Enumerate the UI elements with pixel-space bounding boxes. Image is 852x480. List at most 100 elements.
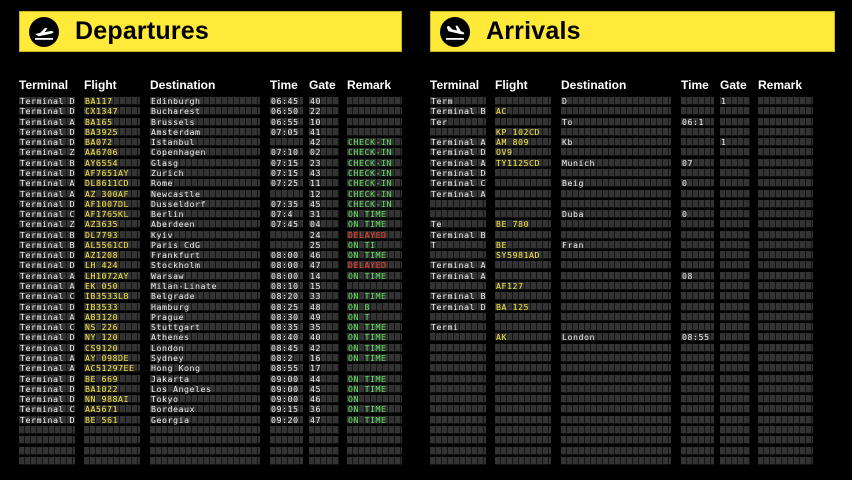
board-cell [495, 323, 551, 332]
board-cell [758, 240, 813, 249]
arrivals-time-text: 0 [682, 178, 688, 189]
board-cell [495, 425, 551, 434]
board-cell [720, 251, 750, 260]
board-cell [430, 436, 486, 445]
board-cell [495, 446, 551, 455]
board-cell [561, 261, 671, 270]
board-cell [430, 312, 486, 321]
board-cell [561, 117, 671, 126]
board-cell [720, 425, 750, 434]
board-cell [495, 179, 551, 188]
board-cell [495, 230, 551, 239]
board-cell [561, 425, 671, 434]
board-cell [720, 343, 750, 352]
board-cell [561, 127, 671, 136]
board-cell [720, 199, 750, 208]
board-cell [430, 395, 486, 404]
board-cell [720, 333, 750, 342]
board-cell [430, 405, 486, 414]
board-cell [758, 97, 813, 105]
board-cell [495, 199, 551, 208]
board-cell [720, 230, 750, 239]
board-cell [681, 97, 714, 105]
board-cell [561, 107, 671, 116]
arrivals-flight-text: AF127 [496, 281, 524, 292]
board-cell [681, 415, 714, 424]
board-cell [495, 364, 551, 373]
board-cell [758, 456, 813, 465]
board-cell [720, 282, 750, 291]
arrivals-terminal-text: Terminal B [431, 291, 486, 302]
board-cell [681, 456, 714, 465]
board-cell [430, 354, 486, 362]
board-cell [758, 148, 813, 157]
board-cell [720, 189, 750, 198]
board-cell [495, 395, 551, 404]
arrivals-dest-text: Munich [562, 157, 595, 168]
board-cell [681, 138, 714, 147]
board-cell [430, 456, 486, 465]
board-cell [758, 127, 813, 136]
board-cell [561, 148, 671, 157]
board-cell [495, 436, 551, 445]
board-cell [561, 138, 671, 147]
board-cell [561, 312, 671, 321]
board-cell [561, 251, 671, 260]
board-cell [720, 354, 750, 362]
arrivals-time-text: 08:55 [682, 332, 710, 343]
arrivals-time-text: 08 [682, 270, 693, 281]
board-cell [561, 302, 671, 311]
board-cell [681, 199, 714, 208]
board-cell [681, 107, 714, 116]
board-cell [681, 436, 714, 445]
arrivals-flight-text: AM 809 [496, 137, 529, 148]
arrivals-terminal-text: Terminal A [431, 157, 486, 168]
board-cell [758, 138, 813, 147]
board-cell [681, 148, 714, 157]
arrivals-terminal-text: Terminal B [431, 229, 486, 240]
board-cell [561, 220, 671, 229]
board-cell [681, 405, 714, 414]
board-cell [681, 384, 714, 393]
arrivals-flight-text: AK [496, 332, 507, 343]
board-cell [720, 364, 750, 373]
arrivals-terminal-text: Terminal C [431, 178, 486, 189]
board-cell [758, 364, 813, 373]
board-cell [561, 395, 671, 404]
arrivals-flight-text: OV9 [496, 147, 513, 158]
board-cell [720, 220, 750, 229]
arrivals-time-text: 06:1 [682, 116, 704, 127]
board-cell [430, 210, 486, 219]
board-cell [681, 395, 714, 404]
board-cell [430, 240, 486, 249]
board-cell [495, 312, 551, 321]
board-cell [561, 292, 671, 301]
board-cell [758, 425, 813, 434]
arrivals-terminal-text: Terminal A [431, 270, 486, 281]
board-cell [720, 384, 750, 393]
board-cell [720, 271, 750, 280]
board-cell [720, 436, 750, 445]
board-cell [561, 323, 671, 332]
board-cell [561, 343, 671, 352]
board-cell [758, 333, 813, 342]
board-cell [758, 261, 813, 270]
arrivals-terminal-text: Terminal D [431, 147, 486, 158]
board-cell [758, 292, 813, 301]
board-cell [758, 415, 813, 424]
board-cell [720, 456, 750, 465]
arrivals-dest-text: Fran [562, 239, 584, 250]
board-cell [720, 302, 750, 311]
board-cell [430, 282, 486, 291]
board-cell [758, 302, 813, 311]
board-cell [758, 210, 813, 219]
arrivals-flight-text: AC [496, 106, 507, 117]
arrivals-dest-text: Kb [562, 137, 573, 148]
board-cell [720, 292, 750, 301]
board-cell [561, 364, 671, 373]
arrivals-terminal-text: Terminal A [431, 260, 486, 271]
board-cell [681, 323, 714, 332]
board-cell [430, 384, 486, 393]
board-cell [681, 364, 714, 373]
board-cell [561, 405, 671, 414]
